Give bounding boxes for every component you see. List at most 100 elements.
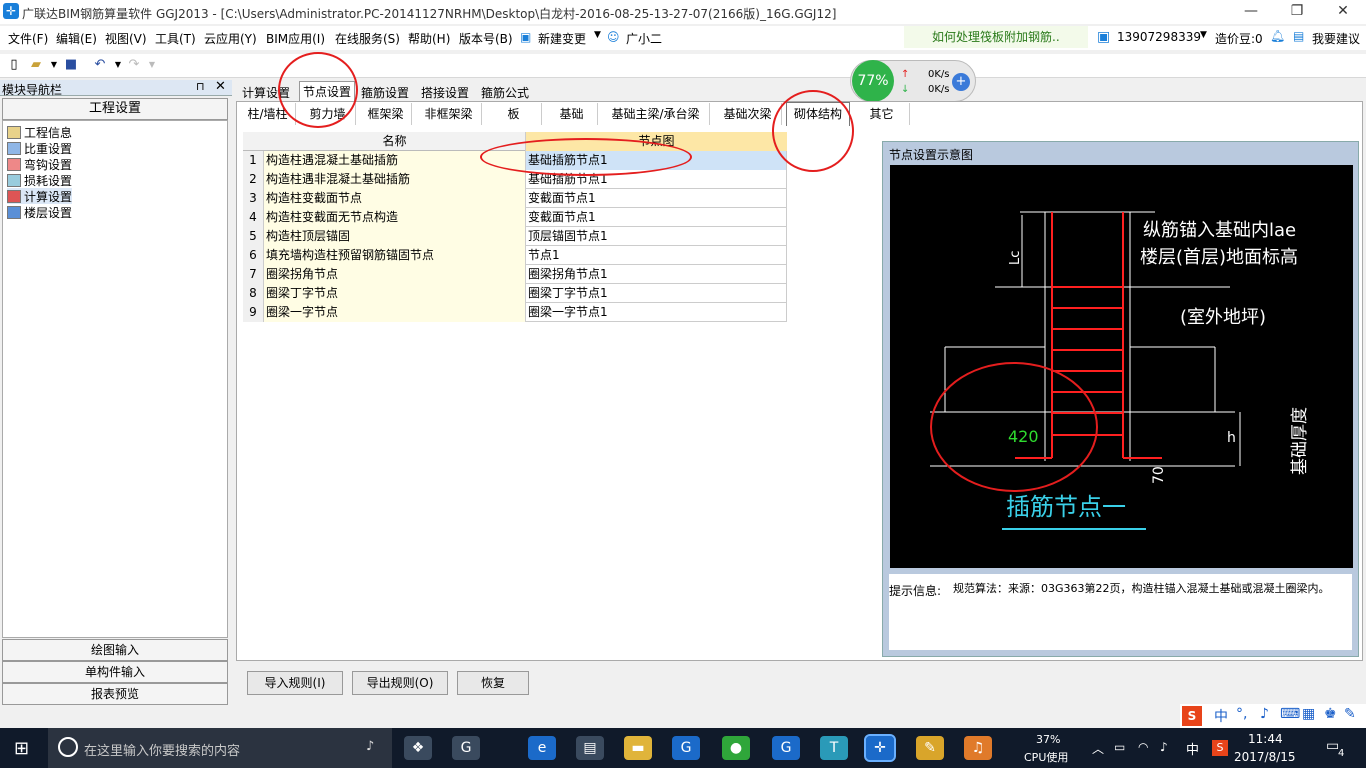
undo-dropdown-icon[interactable]: ▼ (110, 57, 126, 73)
table-row[interactable]: 3 构造柱变截面节点 变截面节点1 (243, 189, 787, 208)
account-dropdown-icon[interactable]: ▼ (1200, 30, 1207, 40)
wrench-icon[interactable]: ✎ (1344, 706, 1356, 722)
ggj-active-icon[interactable]: ✛ (864, 734, 896, 762)
dropdown-icon[interactable]: ▼ (594, 30, 601, 40)
sogou-icon[interactable]: S (1182, 706, 1202, 726)
tray-chevron-icon[interactable]: ︿ (1092, 740, 1104, 757)
feedback-icon: ▤ (1293, 29, 1305, 43)
restore-button[interactable]: 恢复 (457, 671, 529, 695)
tab-lap-settings[interactable]: 搭接设置 (421, 84, 469, 102)
maximize-button[interactable]: ❐ (1274, 0, 1320, 24)
tab-slab[interactable]: 板 (486, 103, 542, 125)
undo-icon[interactable]: ↶ (92, 57, 108, 73)
store-icon[interactable]: ▤ (576, 736, 604, 760)
task-view-icon[interactable]: ❖ (404, 736, 432, 760)
cad-icon[interactable]: T (820, 736, 848, 760)
tab-foundation-main-beam[interactable]: 基础主梁/承台梁 (602, 103, 710, 125)
menu-edit[interactable]: 编辑(E) (56, 30, 97, 47)
nav-item-floor[interactable]: 楼层设置 (7, 204, 72, 220)
nav-group-project-settings[interactable]: 工程设置 (2, 98, 228, 120)
label-floor-elevation: 楼层(首层)地面标高 (1140, 247, 1298, 268)
nav-item-calc[interactable]: 计算设置 (7, 188, 73, 204)
pin-icon[interactable]: ⊓ (196, 80, 205, 93)
table-row[interactable]: 5 构造柱顶层锚固 顶层锚固节点1 (243, 227, 787, 246)
skin-icon[interactable]: ♚ (1324, 706, 1337, 722)
memory-percent[interactable]: 77% (852, 60, 894, 102)
col-name[interactable]: 名称 (264, 132, 526, 151)
save-icon[interactable]: ■ (63, 57, 79, 73)
account-phone[interactable]: 13907298339 (1117, 30, 1201, 44)
menu-view[interactable]: 视图(V) (105, 30, 147, 47)
table-row[interactable]: 2 构造柱遇非混凝土基础插筋 基础插筋节点1 (243, 170, 787, 189)
open-dropdown-icon[interactable]: ▼ (46, 57, 62, 73)
suggest-link[interactable]: 我要建议 (1312, 30, 1360, 47)
punctuation-icon[interactable]: °, (1236, 706, 1247, 722)
tab-other[interactable]: 其它 (854, 103, 910, 125)
export-rules-button[interactable]: 导出规则(O) (352, 671, 448, 695)
minimize-button[interactable]: — (1228, 0, 1274, 24)
bell-icon[interactable]: 🔔︎ (1270, 29, 1285, 43)
close-button[interactable]: ✕ (1320, 0, 1366, 24)
new-change-icon: ▣ (520, 30, 532, 44)
nav-drawing-input[interactable]: 绘图输入 (2, 639, 228, 661)
tab-stirrup-formula[interactable]: 箍筋公式 (481, 84, 529, 102)
tab-foundation[interactable]: 基础 (546, 103, 598, 125)
open-folder-icon[interactable]: ▰ (28, 57, 44, 73)
tab-stirrup-settings[interactable]: 箍筋设置 (361, 84, 409, 102)
redo-icon[interactable]: ↷ (126, 57, 142, 73)
tray-ime[interactable]: 中 (1186, 739, 1199, 758)
nav-item-weight[interactable]: 比重设置 (7, 140, 72, 156)
tab-non-frame-beam[interactable]: 非框架梁 (416, 103, 482, 125)
mic-icon[interactable]: ♪ (1260, 706, 1269, 722)
tray-sogou-icon[interactable]: S (1212, 740, 1228, 756)
nav-close-icon[interactable]: ✕ (215, 79, 226, 94)
toolbox-icon[interactable]: ▦ (1302, 706, 1315, 722)
nav-header-label: 模块导航栏 (2, 83, 63, 97)
clock-date[interactable]: 2017/8/15 (1234, 750, 1296, 764)
tip-link[interactable]: 如何处理筏板附加钢筋.. (904, 26, 1088, 48)
menu-help[interactable]: 帮助(H) (408, 30, 450, 47)
nav-report-preview[interactable]: 报表预览 (2, 683, 228, 705)
taskbar-search[interactable]: 在这里输入你要搜索的内容 ♪ (48, 728, 392, 768)
new-file-icon[interactable]: ▯ (6, 57, 22, 73)
network-icon[interactable]: ▭ (1114, 740, 1125, 754)
wifi-icon[interactable]: ◠ (1138, 740, 1148, 754)
clock-time[interactable]: 11:44 (1248, 732, 1283, 746)
windows-start-icon[interactable]: ⊞ (14, 738, 29, 759)
menu-file[interactable]: 文件(F) (8, 30, 48, 47)
nav-item-loss[interactable]: 损耗设置 (7, 172, 72, 188)
ime-mode[interactable]: 中 (1214, 706, 1228, 726)
nav-item-project-info[interactable]: 工程信息 (7, 124, 72, 140)
menu-online[interactable]: 在线服务(S) (335, 30, 400, 47)
glodon2-icon[interactable]: G (772, 736, 800, 760)
redo-dropdown-icon[interactable]: ▼ (144, 57, 160, 73)
nav-single-input[interactable]: 单构件输入 (2, 661, 228, 683)
taskbar-app-icon[interactable]: G (452, 736, 480, 760)
tab-foundation-secondary-beam[interactable]: 基础次梁 (714, 103, 782, 125)
audio-app-icon[interactable]: ♫ (964, 736, 992, 760)
menu-bim[interactable]: BIM应用(I) (266, 30, 325, 47)
tab-frame-beam[interactable]: 框架梁 (360, 103, 412, 125)
green-app-icon[interactable]: ● (722, 736, 750, 760)
glodon-icon[interactable]: G (672, 736, 700, 760)
explorer-icon[interactable]: ▬ (624, 736, 652, 760)
menu-assistant[interactable]: 广小二 (626, 30, 662, 47)
table-row[interactable]: 9 圈梁一字节点 圈梁一字节点1 (243, 303, 787, 322)
menu-cloud[interactable]: 云应用(Y) (204, 30, 257, 47)
menu-version[interactable]: 版本号(B) (459, 30, 513, 47)
nav-item-hook[interactable]: 弯钩设置 (7, 156, 72, 172)
menu-tools[interactable]: 工具(T) (155, 30, 196, 47)
table-row[interactable]: 7 圈梁拐角节点 圈梁拐角节点1 (243, 265, 787, 284)
microphone-icon[interactable]: ♪ (366, 739, 374, 754)
accelerate-icon[interactable]: + (952, 73, 970, 91)
table-row[interactable]: 8 圈梁丁字节点 圈梁丁字节点1 (243, 284, 787, 303)
table-row[interactable]: 4 构造柱变截面无节点构造 变截面节点1 (243, 208, 787, 227)
volume-icon[interactable]: ♪ (1160, 740, 1168, 754)
keyboard-icon[interactable]: ⌨ (1280, 706, 1300, 722)
table-row[interactable]: 6 填充墙构造柱预留钢筋锚固节点 节点1 (243, 246, 787, 265)
notes-icon[interactable]: ✎ (916, 736, 944, 760)
edge-icon[interactable]: e (528, 736, 556, 760)
menu-new-change[interactable]: 新建变更 (538, 30, 586, 47)
import-rules-button[interactable]: 导入规则(I) (247, 671, 343, 695)
download-speed: 0K/s (928, 84, 950, 95)
